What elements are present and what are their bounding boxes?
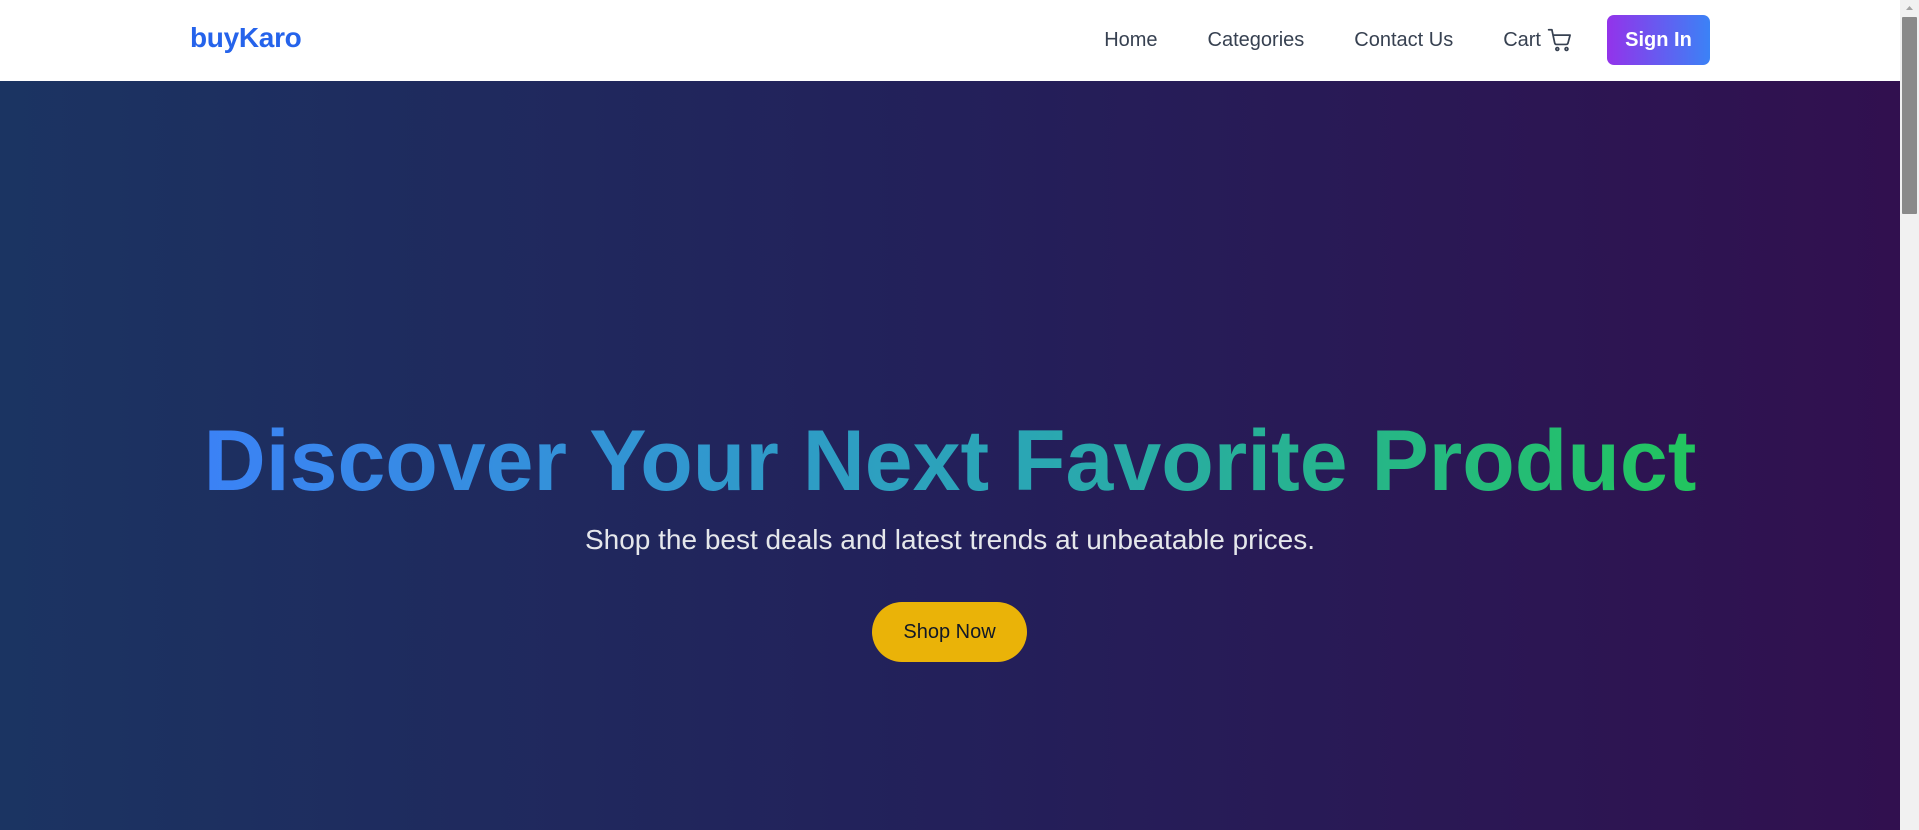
scroll-up-arrow-icon[interactable] — [1900, 0, 1919, 16]
shopping-cart-icon — [1547, 28, 1571, 52]
scrollbar-thumb[interactable] — [1902, 17, 1917, 214]
nav-cart-link[interactable]: Cart — [1503, 27, 1573, 53]
brand-logo[interactable]: buyKaro — [190, 22, 302, 54]
sign-in-button[interactable]: Sign In — [1607, 15, 1710, 65]
nav-links: Home Categories Contact Us Cart Sign In — [1104, 15, 1710, 65]
vertical-scrollbar[interactable] — [1900, 0, 1919, 830]
hero-title-text: Discover Your Next Favorite Product — [203, 413, 1697, 509]
hero-title: Discover Your Next Favorite Product — [0, 411, 1900, 511]
nav-contact-link[interactable]: Contact Us — [1354, 29, 1453, 52]
hero-section: Discover Your Next Favorite Product Shop… — [0, 81, 1900, 830]
nav-home-link[interactable]: Home — [1104, 29, 1157, 52]
hero-subtitle: Shop the best deals and latest trends at… — [584, 524, 1316, 555]
shop-now-button[interactable]: Shop Now — [872, 602, 1027, 662]
navbar: buyKaro Home Categories Contact Us Cart … — [0, 0, 1900, 81]
cart-label: Cart — [1503, 28, 1541, 51]
nav-categories-link[interactable]: Categories — [1208, 29, 1305, 52]
page: buyKaro Home Categories Contact Us Cart … — [0, 0, 1919, 830]
